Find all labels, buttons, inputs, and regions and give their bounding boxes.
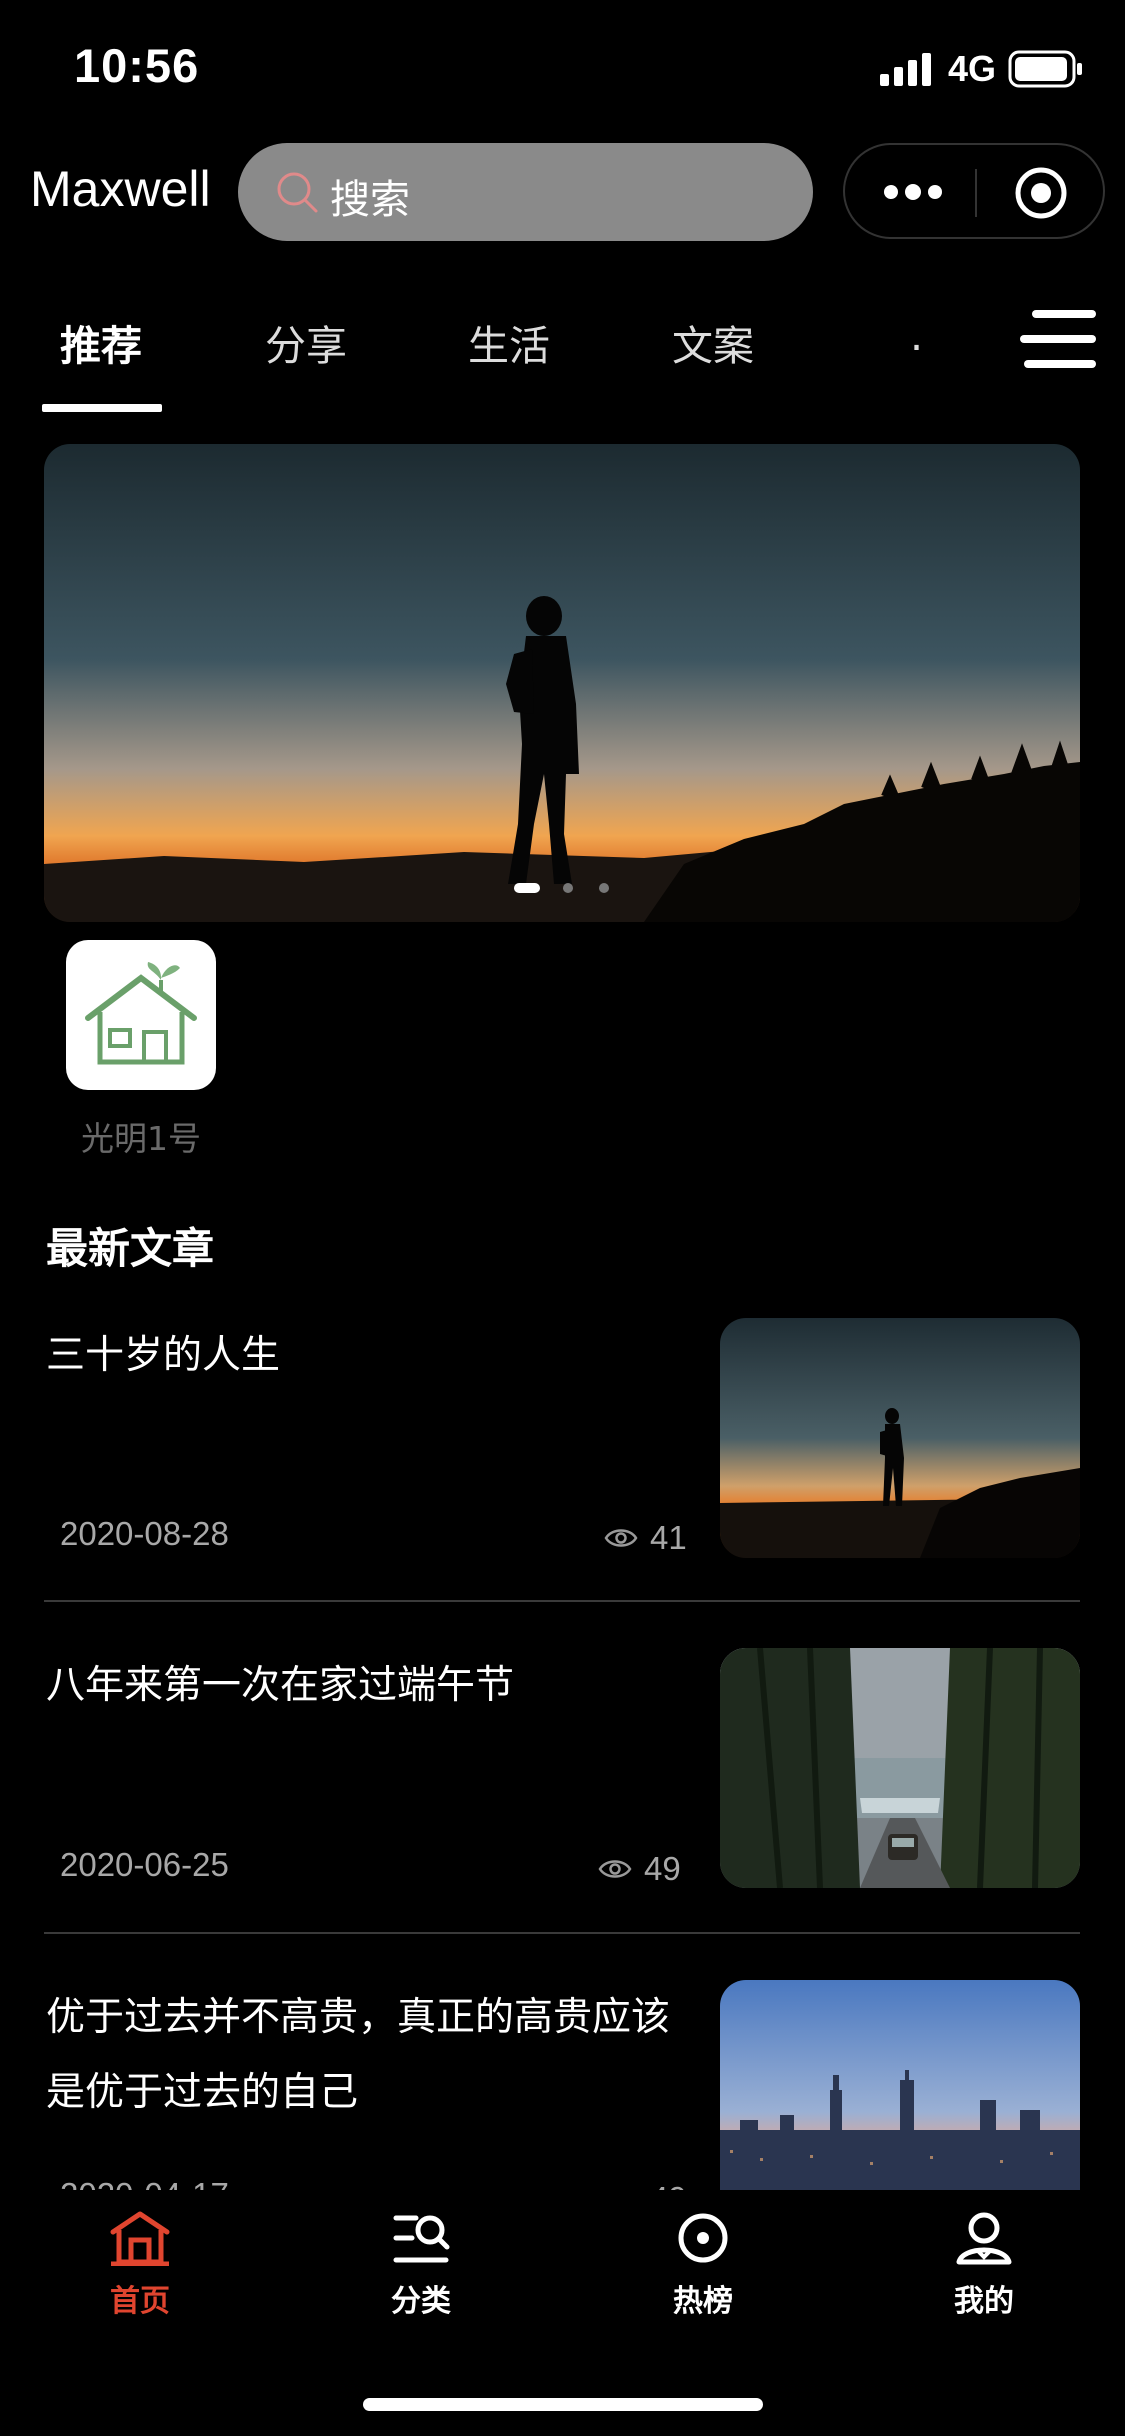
banner-image [44,444,1080,922]
battery-icon [1008,50,1082,88]
tabbar-hot-label: 热榜 [673,2284,733,2319]
forest-road-image [720,1648,1080,1888]
eye-icon [598,1860,632,1878]
article-date-2: 2020-06-25 [60,1846,229,1883]
tab-share[interactable]: 分享 [265,312,347,372]
search-placeholder: 搜索 [330,177,410,223]
article-views-1: 41 [604,1519,687,1557]
banner-carousel[interactable] [44,444,1080,922]
close-target-icon[interactable] [1013,165,1069,221]
divider [44,1600,1080,1602]
latest-articles-title: 最新文章 [46,1224,215,1273]
menu-icon[interactable] [1020,308,1098,370]
search-icon [277,172,318,213]
article-thumb-1[interactable] [720,1318,1080,1558]
article-title-1[interactable]: 三十岁的人生 [46,1318,686,1393]
hot-circle-icon [678,2213,728,2263]
article-title-2[interactable]: 八年来第一次在家过端午节 [46,1648,686,1723]
miniprogram-capsule [843,143,1105,239]
capsule-divider [975,169,977,217]
tab-recommend[interactable]: 推荐 [60,312,142,372]
tabbar-profile-label: 我的 [954,2284,1014,2319]
tabbar-category-label: 分类 [391,2284,451,2319]
tabbar-hot[interactable]: 热榜 [613,2210,793,2320]
quick-app-icon[interactable] [66,940,216,1090]
active-tab-indicator [42,404,162,412]
quick-app-label: 光明1号 [81,1119,201,1158]
article-thumb-2[interactable] [720,1648,1080,1888]
eye-icon [604,1529,638,1547]
home-icon [110,2211,170,2267]
article-title-3[interactable]: 优于过去并不高贵，真正的高贵应该是优于过去的自己 [46,1980,686,2130]
search-bar[interactable]: 搜索 [238,143,813,241]
signal-icon [880,53,931,86]
tab-copywriting[interactable]: 文案 [672,312,754,372]
category-search-icon [393,2215,450,2263]
article-views-2: 49 [598,1850,681,1888]
views-count: 41 [650,1519,687,1556]
tab-life[interactable]: 生活 [468,312,550,372]
app-brand: Maxwell [30,161,211,217]
views-count: 49 [644,1850,681,1887]
tabbar-profile[interactable]: 我的 [894,2210,1074,2320]
article-date-1: 2020-08-28 [60,1515,229,1552]
green-house-logo [85,962,197,1065]
profile-icon [956,2212,1012,2265]
status-time: 10:56 [74,39,200,92]
article-thumb-3[interactable] [720,1980,1080,2220]
tabbar-home-label: 首页 [110,2284,170,2319]
more-icon[interactable] [883,177,943,207]
network-type: 4G [948,48,997,89]
city-skyline-image [720,1980,1080,2220]
tabbar-home[interactable]: 首页 [50,2210,230,2320]
home-indicator [363,2398,763,2411]
divider [44,1932,1080,1934]
tab-more[interactable]: . [910,312,923,360]
tabbar-category[interactable]: 分类 [331,2210,511,2320]
hiker-sunset-image [720,1318,1080,1558]
carousel-dots [514,883,609,893]
